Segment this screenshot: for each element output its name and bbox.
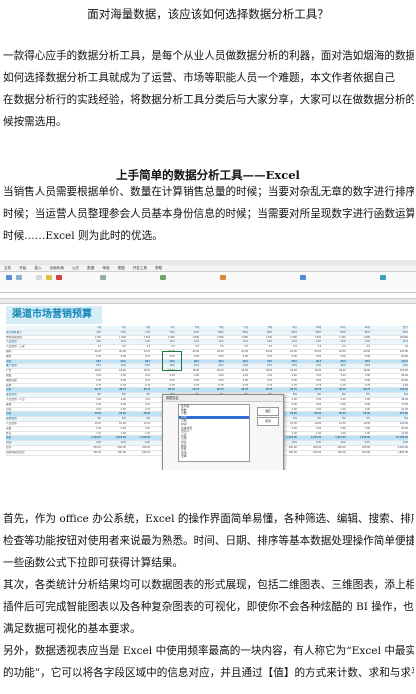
- text-line: 另外，数据透视表应当是 Excel 中使用频率最高的一块内容，有人称它为“Exc…: [3, 645, 414, 657]
- menu-item[interactable]: 数据: [87, 265, 94, 271]
- menu-item[interactable]: 页面布局: [50, 265, 64, 271]
- data-validation-dialog: 数据验证 任何值 整数 小数 序列 日期 时间 文本长度 自定义 公式 引用 列表 数值 条件 范围 文本 …: [162, 394, 284, 470]
- text-line: 在数据分析行的实践经验，将数据分析工具分类后与大家分享，大家可以在做数据分析的时: [3, 94, 414, 106]
- dialog-list[interactable]: 任何值 整数 小数 序列 日期 时间 文本长度 自定义 公式 引用 列表 数值 条件 范围 文本: [178, 404, 250, 462]
- menu-item[interactable]: 公式: [72, 265, 79, 271]
- text-line: 一些函数公式下拉即可获得计算结果。: [3, 557, 184, 569]
- excel-screenshot: 文件 开始 插入 页面布局 公式 数据 审阅 视图 开发工具 帮助 渠道市场营销预算 1月 2月 3月…: [0, 260, 416, 470]
- menu-item[interactable]: 开始: [19, 265, 26, 271]
- table-cell[interactable]: 150.00: [345, 450, 371, 456]
- text-line: 检查等功能按钮对使用者来说最为熟悉。时间、日期、排序等基本数据处理操作简单便捷，: [3, 535, 414, 547]
- excel-ribbon: [0, 272, 416, 293]
- dialog-title: 数据验证: [163, 395, 283, 402]
- format-icon: [160, 275, 166, 280]
- dialog-list-item[interactable]: 文本: [179, 455, 249, 459]
- text-line: 当销售人员需要根据单价、数量在计算销售总量的时候；当要对杂乱无章的数字进行排序的: [3, 186, 414, 198]
- sort-icon: [300, 275, 306, 280]
- sheet-title: 渠道市场营销预算: [6, 306, 102, 324]
- table-cell[interactable]: 营销预算结余比: [6, 450, 78, 456]
- table-cell[interactable]: 150.00: [296, 450, 322, 456]
- conditional-format-icon: [220, 275, 226, 280]
- table-cell[interactable]: 1,800.00: [370, 450, 408, 456]
- article-title: 面对海量数据，该应该如何选择数据分析工具？: [87, 7, 329, 21]
- menu-item[interactable]: 帮助: [155, 265, 162, 271]
- font-color-icon: [56, 275, 62, 280]
- cut-icon: [16, 275, 22, 280]
- text-line: 的功能”，它可以将各字段区域中的信息对应，并且通过【值】的方式来计数、求和与求平: [3, 667, 414, 679]
- text-line: 时候；当运营人员整理参会人员基本身份信息的时候；当需要对所呈现数字进行函数运算的: [3, 208, 414, 220]
- table-cell[interactable]: 150.00: [125, 450, 151, 456]
- selected-cell: [162, 351, 182, 371]
- text-line: 其次，各类统计分析结果均可以数据图表的形式展现，包括二维图表、三维图表，添上相关: [3, 579, 414, 591]
- menu-item[interactable]: 审阅: [102, 265, 109, 271]
- text-line: 插件后可完成智能图表以及各种复杂图表的可视化，即使你不会各种炫酷的 BI 操作，…: [3, 601, 414, 613]
- text-line: 首先，作为 office 办公系统，Excel 的操作界面简单易懂，各种筛选、编…: [3, 513, 414, 525]
- ok-button[interactable]: 确定: [257, 407, 279, 416]
- text-line: 候按需选用。: [3, 116, 67, 128]
- align-icon: [100, 275, 106, 280]
- cancel-button[interactable]: 取消: [257, 417, 279, 426]
- table-cell[interactable]: 150.00: [101, 450, 126, 456]
- fill-color-icon: [46, 275, 52, 280]
- menu-item[interactable]: 开发工具: [133, 265, 147, 271]
- menu-item[interactable]: 视图: [118, 265, 125, 271]
- worksheet: 渠道市场营销预算 1月 2月 3月 4月 5月 6月 7月 8月 9月 10月 11月 12月 合计 预计…: [0, 304, 416, 470]
- excel-menu-bar: 文件 开始 插入 页面布局 公式 数据 审阅 视图 开发工具 帮助: [0, 265, 416, 272]
- menu-item[interactable]: 文件: [4, 265, 11, 271]
- menu-item[interactable]: 插入: [34, 265, 41, 271]
- font-icon: [36, 275, 42, 280]
- text-line: 时候……Excel 则为此时的优选。: [3, 230, 163, 242]
- table-cell[interactable]: 150.00: [321, 450, 346, 456]
- text-line: 如何选择数据分析工具就成为了运营、市场等职能人员一个难题，本文作者依据自己: [3, 72, 395, 84]
- text-line: 满足数据可视化的基本要求。: [3, 623, 141, 635]
- text-line: 一款得心应手的数据分析工具，是每个从业人员做数据分析的利器，面对浩如烟海的数据，: [3, 50, 414, 62]
- paste-icon: [6, 275, 12, 280]
- find-icon: [380, 275, 386, 280]
- table-cell[interactable]: 150.00: [77, 450, 102, 456]
